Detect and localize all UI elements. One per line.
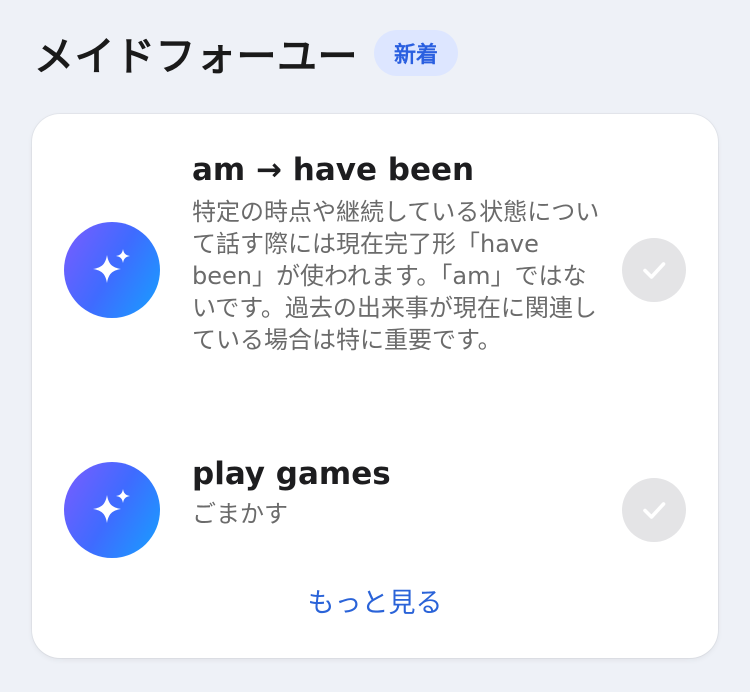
item-text: play games ごまかす [192, 454, 602, 530]
sparkle-icon [64, 222, 160, 318]
new-badge: 新着 [374, 30, 459, 76]
list-item[interactable]: am → have been 特定の時点や継続している状態について話す際には現在… [32, 150, 718, 430]
section-title: メイドフォーユー [34, 34, 358, 80]
suggestion-card: am → have been 特定の時点や継続している状態について話す際には現在… [32, 114, 718, 658]
item-title: play games [192, 456, 391, 492]
list-item[interactable]: play games ごまかす [32, 454, 718, 564]
checkmark-icon [643, 262, 666, 279]
section-header: メイドフォーユー 新着 [34, 28, 459, 80]
item-title: am → have been [192, 152, 475, 188]
see-more-link[interactable]: もっと見る [32, 586, 718, 622]
sparkle-icon [64, 462, 160, 558]
check-button[interactable] [622, 238, 686, 302]
item-description: 特定の時点や継続している状態について話す際には現在完了形「have been」が… [192, 198, 600, 354]
checkmark-icon [643, 502, 666, 519]
item-text: am → have been 特定の時点や継続している状態について話す際には現在… [192, 150, 602, 356]
item-description: ごまかす [192, 500, 288, 528]
check-button[interactable] [622, 478, 686, 542]
